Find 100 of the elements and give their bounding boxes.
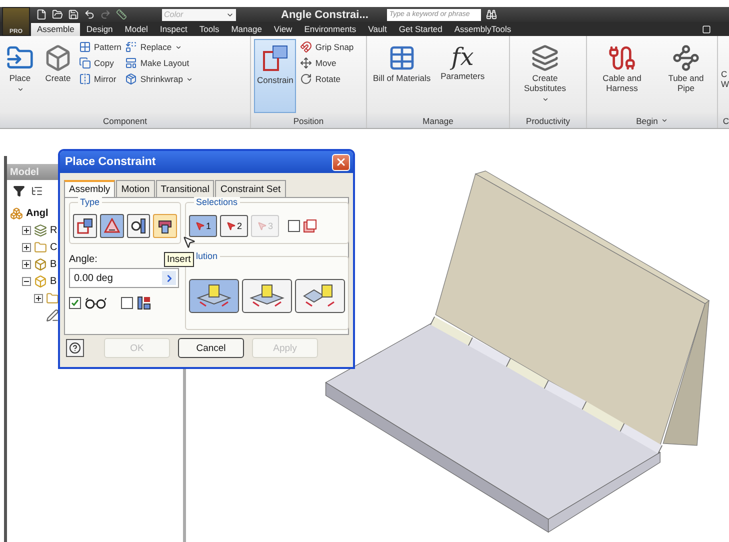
ribbon-button[interactable]: Cable and Harness — [590, 39, 654, 113]
ribbon-button[interactable]: Rotate — [300, 73, 354, 85]
constraint-icon — [260, 44, 290, 74]
replace-icon — [125, 41, 138, 53]
tree-item[interactable]: B — [50, 276, 57, 287]
ruler-icon[interactable] — [116, 9, 127, 20]
ribbon-button[interactable]: Mirror — [79, 73, 122, 85]
new-file-icon[interactable] — [36, 9, 47, 20]
rotate-icon — [300, 73, 312, 85]
ribbon-button[interactable]: Constrain — [254, 39, 296, 113]
solution-button[interactable] — [242, 279, 292, 313]
cursor-icon — [182, 235, 196, 249]
expand-icon[interactable] — [34, 294, 43, 303]
tree-item[interactable]: Angl — [26, 208, 48, 219]
collapse-icon[interactable] — [22, 277, 31, 286]
ribbon-tab[interactable]: Environments — [298, 23, 362, 36]
ribbon-button[interactable]: Tube and Pipe — [658, 39, 714, 113]
checkbox[interactable] — [69, 297, 81, 309]
caret-icon[interactable] — [660, 117, 668, 124]
ribbon-button[interactable]: fx Parameters — [438, 39, 488, 113]
ribbon-button[interactable]: Make Layout — [125, 57, 193, 69]
ribbon-button[interactable]: Create — [41, 39, 75, 113]
magnet-icon — [300, 41, 312, 53]
dialog-tab[interactable]: Assembly — [64, 180, 116, 197]
ribbon-tab[interactable]: Design — [80, 23, 119, 36]
glasses-icon — [85, 297, 107, 309]
ribbon-tab[interactable]: Manage — [225, 23, 268, 36]
window-icon[interactable] — [702, 25, 711, 34]
triangle-icon — [104, 218, 120, 234]
expand-icon[interactable] — [22, 226, 31, 235]
ribbon-button[interactable]: C W — [721, 39, 729, 113]
angle-input[interactable]: 0.00 deg — [74, 272, 144, 284]
save-icon[interactable] — [68, 9, 79, 20]
ribbon-tab[interactable]: Vault — [362, 23, 393, 36]
ribbon-tab[interactable]: Tools — [193, 23, 226, 36]
binoculars-icon[interactable] — [486, 9, 498, 20]
ribbon-tab[interactable]: AssemblyTools — [448, 23, 518, 36]
dialog-tab[interactable]: Motion — [116, 180, 155, 197]
tree-icon[interactable] — [31, 185, 43, 197]
constraint-type-button[interactable] — [73, 214, 97, 238]
ribbon-button[interactable]: Grip Snap — [300, 41, 354, 53]
group-label: Type — [78, 197, 102, 207]
assembly-icon — [10, 207, 23, 220]
checkbox[interactable] — [288, 220, 300, 232]
move-icon — [300, 57, 312, 69]
tree-item[interactable]: C — [50, 242, 58, 253]
caret-icon — [186, 76, 193, 82]
filter-icon[interactable] — [13, 185, 25, 197]
solution-button[interactable] — [295, 279, 345, 313]
ribbon-button[interactable]: Create Substitutes — [513, 39, 577, 113]
ribbon-button[interactable]: Shrinkwrap — [125, 73, 193, 85]
solution-button[interactable] — [189, 279, 239, 313]
folder-icon — [34, 241, 47, 254]
help-button[interactable] — [66, 339, 84, 357]
layers-icon — [34, 224, 47, 237]
dialog-title: Place Constraint — [65, 156, 156, 168]
undo-icon[interactable] — [84, 9, 95, 20]
copy-icon — [79, 57, 91, 69]
pointer-icon — [256, 221, 267, 231]
ribbon-tab[interactable]: Assemble — [31, 23, 80, 36]
ribbon-tab[interactable]: View — [268, 23, 298, 36]
dialog-button[interactable]: Cancel — [178, 338, 244, 358]
arrow-button[interactable] — [162, 271, 176, 285]
tree-item[interactable]: B — [50, 259, 57, 270]
ribbon-button[interactable]: Move — [300, 57, 354, 69]
redo-icon[interactable] — [100, 9, 111, 20]
dialog-tab[interactable]: Transitional — [156, 180, 214, 197]
ribbon-button[interactable]: Replace — [125, 41, 193, 53]
caret-icon — [174, 44, 182, 50]
ribbon-button[interactable]: Place — [3, 39, 37, 113]
table-icon — [388, 44, 416, 72]
bars-icon — [137, 296, 151, 310]
ribbon-tab[interactable]: Inspect — [154, 23, 194, 36]
expand-icon[interactable] — [22, 260, 31, 269]
checkbox[interactable] — [121, 297, 133, 309]
part-icon — [34, 275, 47, 288]
tooltip: Insert — [164, 252, 194, 267]
constraint-type-button[interactable] — [126, 214, 150, 238]
angle-field[interactable]: 0.00 deg — [69, 268, 179, 288]
close-button[interactable] — [332, 154, 350, 170]
ribbon-button[interactable]: Bill of Materials — [370, 39, 434, 113]
constraint-type-button[interactable] — [100, 214, 124, 238]
constraint-type-button[interactable] — [153, 214, 177, 238]
ribbon-tab[interactable]: Get Started — [392, 23, 448, 36]
expand-icon[interactable] — [22, 243, 31, 252]
selection-button[interactable]: 1 — [189, 215, 217, 237]
group-label: Selections — [194, 197, 240, 207]
ribbon-tab[interactable]: Model — [118, 23, 154, 36]
panel-title-text: Productivity — [526, 116, 570, 126]
open-folder-icon[interactable] — [52, 9, 63, 20]
ribbon-button[interactable]: Pattern — [79, 41, 122, 53]
group-label: lution — [194, 251, 220, 261]
origin-icon — [34, 258, 47, 271]
selection-button[interactable]: 2 — [220, 215, 248, 237]
ribbon-button[interactable]: Copy — [79, 57, 122, 69]
panel-title-text: Begin — [636, 116, 658, 126]
dialog-tab[interactable]: Constraint Set — [215, 180, 286, 197]
tree-item[interactable]: R — [50, 225, 58, 236]
panel-title-text: C — [722, 116, 729, 126]
pipe-icon — [672, 44, 700, 72]
